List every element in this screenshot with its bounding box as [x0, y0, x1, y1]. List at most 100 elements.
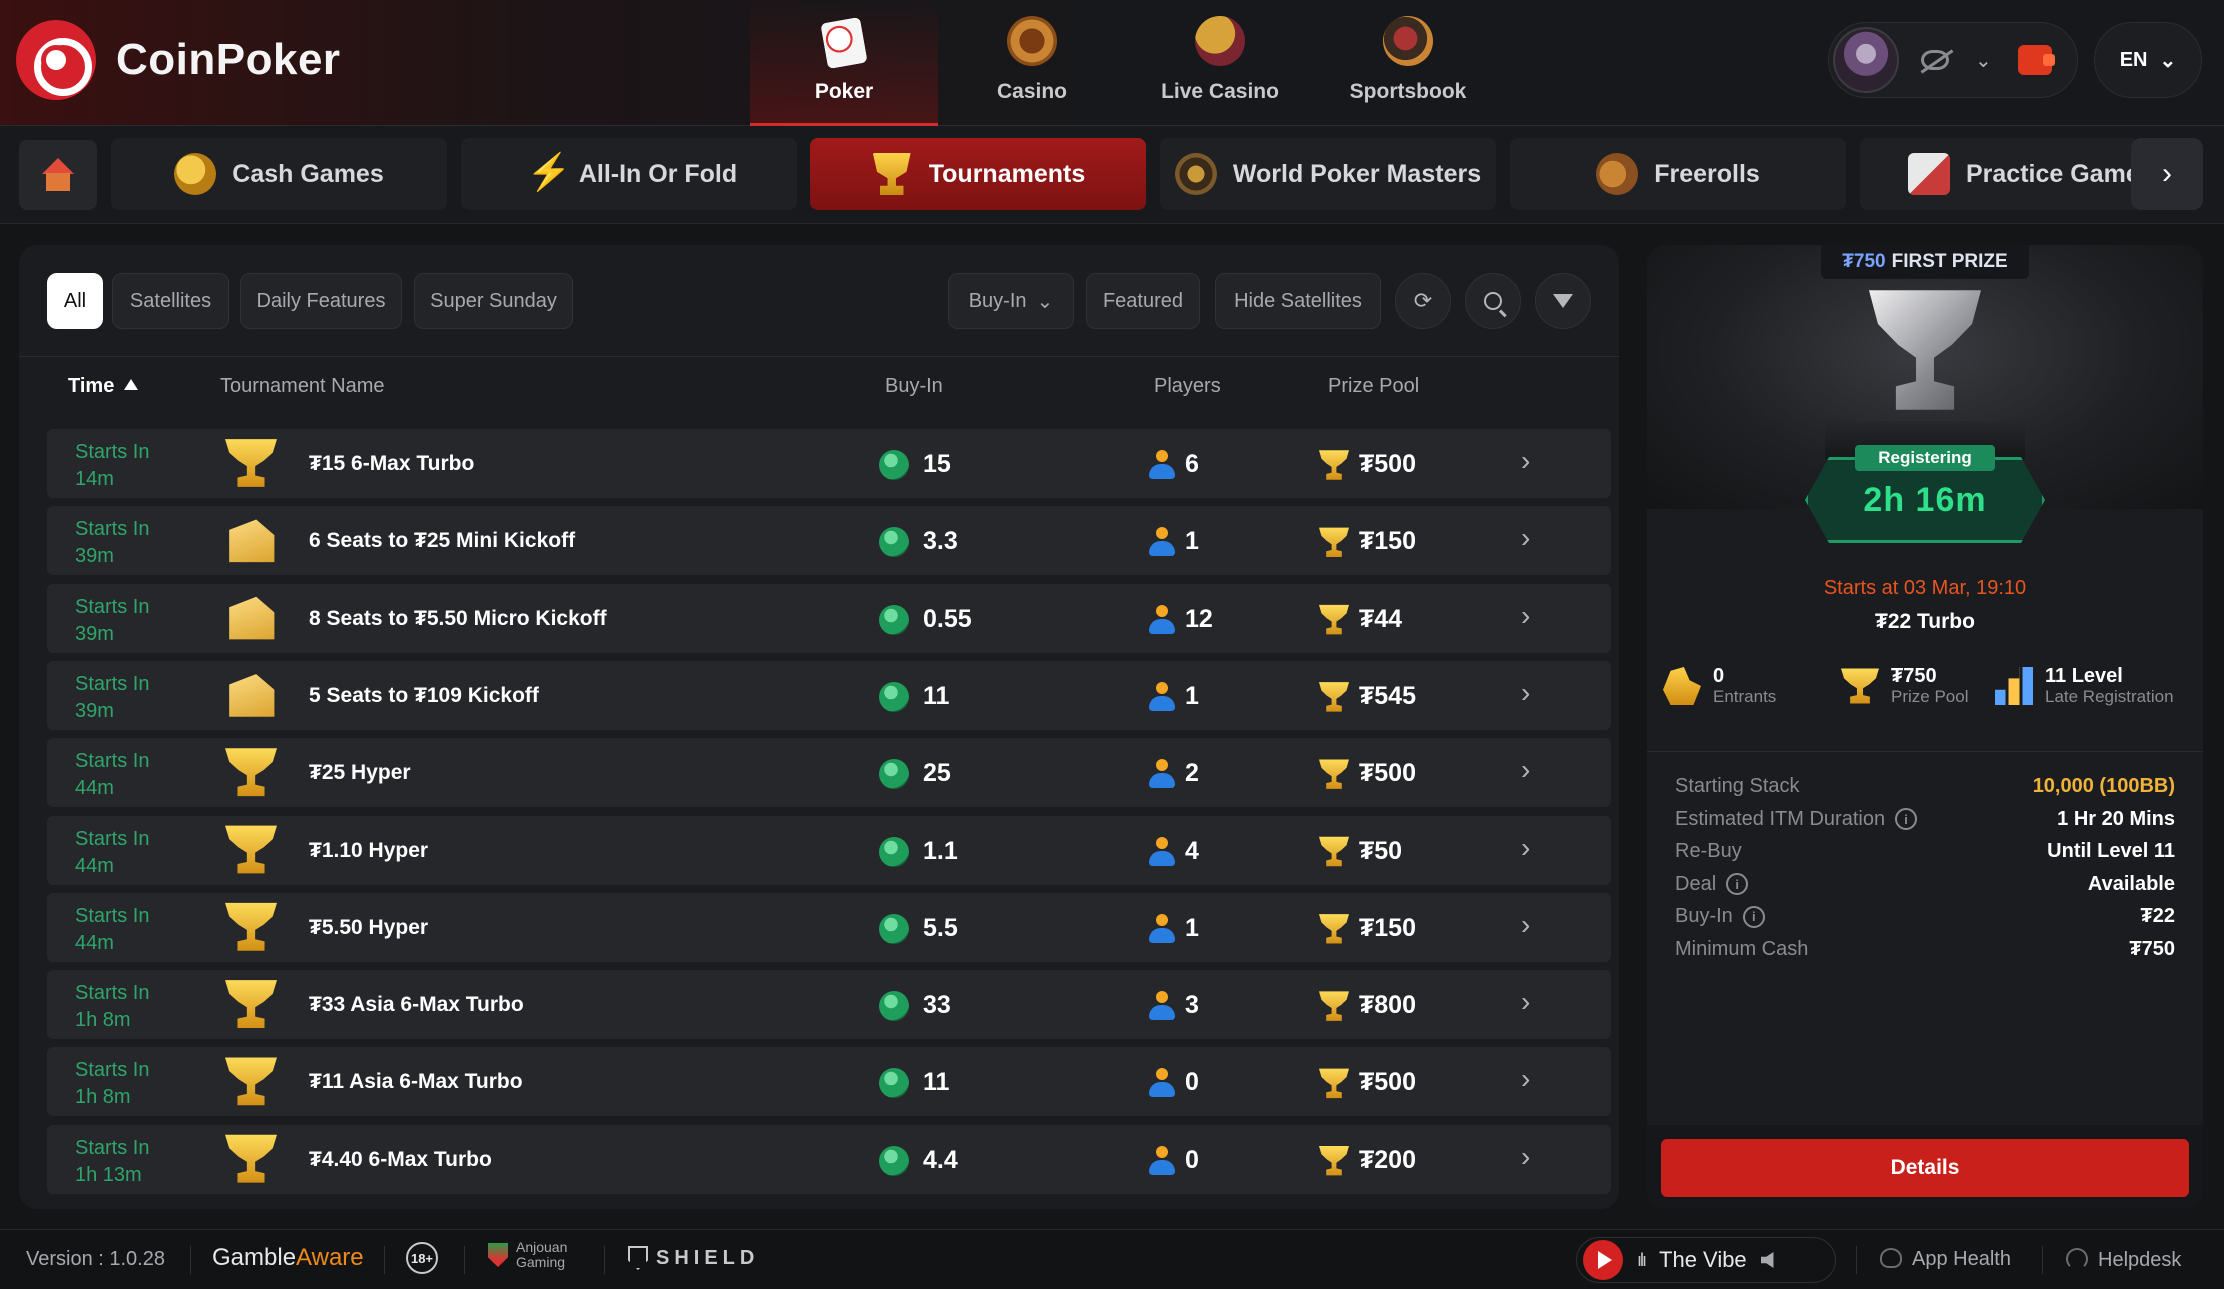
avatar[interactable]	[1833, 27, 1899, 93]
filter-button[interactable]	[1535, 273, 1591, 329]
trophy-icon	[1319, 914, 1349, 944]
column-players[interactable]: Players	[1154, 375, 1221, 398]
starts-in: Starts In 1h 13m	[75, 1136, 150, 1186]
chip-label: Featured	[1102, 289, 1184, 312]
filter-daily-features[interactable]: Daily Features	[240, 273, 402, 329]
refresh-icon: ⟳	[1413, 288, 1433, 313]
column-buyin[interactable]: Buy-In	[885, 375, 943, 398]
trophy-icon	[225, 748, 277, 797]
tether-coin-icon	[879, 1145, 909, 1176]
chevron-right-icon[interactable]: ›	[1521, 677, 1530, 709]
tournament-name: ₮4.40 6-Max Turbo	[309, 1147, 492, 1171]
filter-super-sunday[interactable]: Super Sunday	[414, 273, 573, 329]
app-health-link[interactable]: App Health	[1880, 1248, 2011, 1271]
table-row[interactable]: Starts In 1h 8m ₮11 Asia 6-Max Turbo 11 0 ₮50…	[47, 1047, 1611, 1117]
table-row[interactable]: Starts In 44m ₮5.50 Hyper 5.5 1 ₮150 ›	[47, 892, 1611, 962]
table-row[interactable]: Starts In 39m 6 Seats to ₮25 Mini Kickoff 3…	[47, 506, 1611, 576]
tether-coin-icon	[879, 991, 909, 1022]
table-row[interactable]: Starts In 39m 5 Seats to ₮109 Kickoff 11 1 ₮5…	[47, 660, 1611, 730]
trophy-icon	[1319, 450, 1349, 480]
track-name: The Vibe	[1659, 1247, 1747, 1272]
language-selector[interactable]: EN ⌄	[2094, 22, 2202, 98]
tournament-lobby: All Satellites Daily Features Super Sund…	[19, 245, 1619, 1209]
tab-tournaments[interactable]: Tournaments	[810, 138, 1146, 210]
category-nav: Cash Games All-In Or Fold Tournaments Wo…	[0, 126, 2224, 224]
brand-logo[interactable]: CoinPoker	[16, 20, 341, 100]
tab-label: All-In Or Fold	[578, 159, 738, 188]
language-code: EN	[2119, 48, 2148, 71]
search-button[interactable]	[1465, 273, 1521, 329]
trophy-icon	[225, 980, 277, 1029]
main-nav-label: Casino	[996, 80, 1067, 103]
tab-cash-games[interactable]: Cash Games	[111, 138, 447, 210]
chevron-right-icon[interactable]: ›	[1521, 1063, 1530, 1095]
info-icon[interactable]: i	[1726, 873, 1749, 895]
column-time[interactable]: Time	[68, 375, 139, 398]
info-icon[interactable]: i	[1742, 905, 1765, 928]
chevron-right-icon[interactable]: ›	[1521, 909, 1530, 941]
tab-practice-game[interactable]: Practice Game	[1860, 138, 2140, 210]
player-icon	[1149, 836, 1175, 867]
hide-balance-icon[interactable]	[1921, 50, 1949, 70]
starts-in: Starts In 39m	[75, 518, 150, 568]
table-row[interactable]: Starts In 44m ₮1.10 Hyper 1.1 4 ₮50 ›	[47, 815, 1611, 885]
chevron-right-icon[interactable]: ›	[1521, 600, 1530, 632]
info-icon[interactable]: i	[1895, 808, 1918, 830]
tether-coin-icon	[879, 604, 909, 635]
helpdesk-link[interactable]: Helpdesk	[2066, 1248, 2181, 1272]
tab-all-in-or-fold[interactable]: All-In Or Fold	[461, 138, 797, 210]
anjouan-gaming-logo[interactable]: Anjouan Gaming	[488, 1240, 567, 1270]
divider	[1856, 1246, 1857, 1274]
table-row[interactable]: Starts In 44m ₮25 Hyper 25 2 ₮500 ›	[47, 738, 1611, 808]
buyin-dropdown[interactable]: Buy-In ⌄	[948, 273, 1074, 329]
shield-logo[interactable]: SHIELD	[628, 1246, 759, 1270]
details-button[interactable]: Details	[1661, 1139, 2189, 1197]
scroll-right-button[interactable]: ›	[2131, 138, 2203, 210]
players-count: 0	[1185, 1145, 1199, 1174]
tether-coin-icon	[879, 450, 909, 480]
play-button[interactable]	[1583, 1240, 1623, 1280]
info-value: 10,000 (100BB)	[2032, 775, 2175, 797]
tournament-name: ₮11 Asia 6-Max Turbo	[309, 1070, 523, 1094]
chevron-right-icon[interactable]: ›	[1521, 754, 1530, 786]
chevron-down-icon[interactable]: ⌄	[1975, 48, 1992, 73]
trophy-icon	[1319, 527, 1349, 558]
top-header: CoinPoker Poker Casino Live Casino Sport…	[0, 0, 2224, 126]
trophy-icon	[1319, 991, 1349, 1021]
chevron-right-icon[interactable]: ›	[1521, 445, 1530, 477]
stat-late-registration: 11 Level Late Registration	[1995, 665, 2174, 707]
hide-satellites-toggle[interactable]: Hide Satellites	[1215, 273, 1381, 329]
refresh-button[interactable]: ⟳	[1395, 273, 1451, 329]
gamble-aware-logo[interactable]: GambleAware	[212, 1244, 364, 1272]
filter-all[interactable]: All	[47, 273, 103, 329]
table-row[interactable]: Starts In 14m ₮15 6-Max Turbo 15 6 ₮500 ›	[47, 429, 1611, 498]
tab-freerolls[interactable]: Freerolls	[1510, 138, 1846, 210]
filter-satellites[interactable]: Satellites	[112, 273, 229, 329]
wallet-icon[interactable]	[2017, 45, 2055, 75]
prize-pool-value: ₮500	[1359, 450, 1416, 478]
prize-pool-value: ₮545	[1359, 681, 1416, 710]
chevron-right-icon[interactable]: ›	[1521, 986, 1530, 1018]
chevron-right-icon[interactable]: ›	[1521, 522, 1530, 554]
main-nav-live-casino[interactable]: Live Casino	[1126, 0, 1314, 126]
main-nav-casino[interactable]: Casino	[938, 0, 1126, 126]
info-label: Estimated ITM Duration i	[1675, 808, 1918, 831]
table-row[interactable]: Starts In 39m 8 Seats to ₮5.50 Micro Kicko…	[47, 583, 1611, 653]
home-button[interactable]	[19, 140, 97, 210]
chevron-right-icon[interactable]: ›	[1521, 832, 1530, 864]
volume-icon[interactable]	[1760, 1252, 1774, 1268]
main-nav-sportsbook[interactable]: Sportsbook	[1314, 0, 1502, 126]
main-nav-poker[interactable]: Poker	[750, 0, 938, 126]
starts-in: Starts In 39m	[75, 595, 150, 645]
info-row: Deal i Available	[1675, 873, 2175, 903]
table-row[interactable]: Starts In 1h 8m ₮33 Asia 6-Max Turbo 33 3 ₮80…	[47, 970, 1611, 1040]
divider	[384, 1246, 385, 1274]
column-tournament-name[interactable]: Tournament Name	[220, 375, 385, 398]
column-prize-pool[interactable]: Prize Pool	[1328, 375, 1419, 398]
app-version: Version : 1.0.28	[26, 1248, 165, 1270]
tab-world-poker-masters[interactable]: World Poker Masters	[1160, 138, 1496, 210]
table-row[interactable]: Starts In 1h 13m ₮4.40 6-Max Turbo 4.4 0 ₮200…	[47, 1124, 1611, 1194]
featured-toggle[interactable]: Featured	[1086, 273, 1200, 329]
tournament-name: ₮1.10 Hyper	[309, 838, 429, 862]
chevron-right-icon[interactable]: ›	[1521, 1141, 1530, 1173]
